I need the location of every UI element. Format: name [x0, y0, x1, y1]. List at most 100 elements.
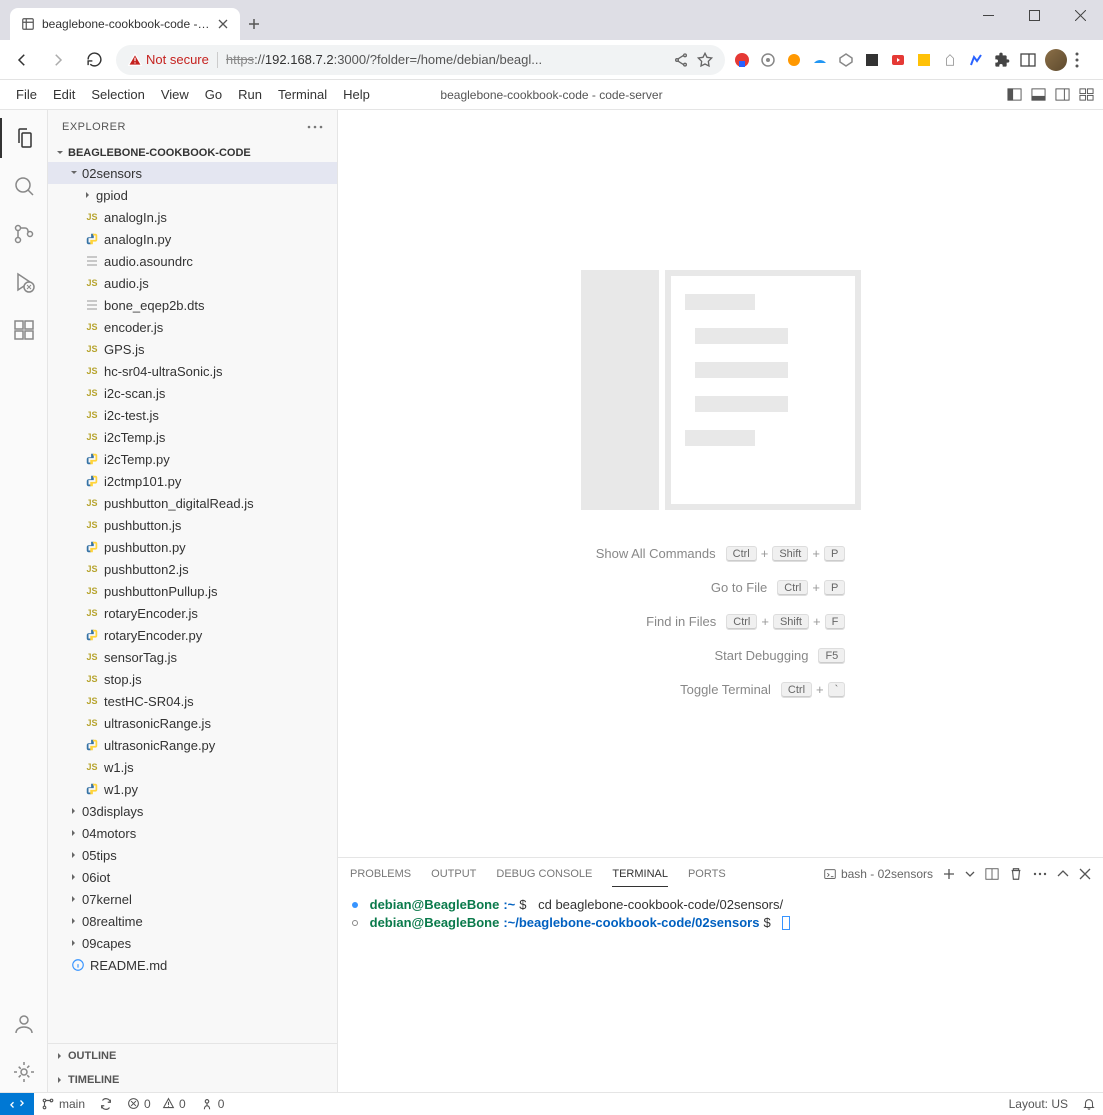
- layout-left-icon[interactable]: [1005, 86, 1023, 104]
- share-icon[interactable]: [673, 52, 689, 68]
- folder-08realtime[interactable]: 08realtime: [48, 910, 337, 932]
- file-testHC-SR04.js[interactable]: JStestHC-SR04.js: [48, 690, 337, 712]
- ext-icon[interactable]: [967, 51, 985, 69]
- ext-icon[interactable]: [889, 51, 907, 69]
- file-w1.js[interactable]: JSw1.js: [48, 756, 337, 778]
- more-icon[interactable]: [307, 125, 323, 129]
- git-branch[interactable]: main: [34, 1097, 92, 1111]
- file-analogIn.js[interactable]: JSanalogIn.js: [48, 206, 337, 228]
- close-icon[interactable]: [216, 17, 230, 31]
- ports-status[interactable]: 0: [193, 1097, 232, 1111]
- file-pushbutton2.js[interactable]: JSpushbutton2.js: [48, 558, 337, 580]
- file-readme[interactable]: README.md: [48, 954, 337, 976]
- outline-section[interactable]: OUTLINE: [48, 1044, 337, 1068]
- file-w1.py[interactable]: w1.py: [48, 778, 337, 800]
- remote-button[interactable]: [0, 1093, 34, 1115]
- layout-right-icon[interactable]: [1053, 86, 1071, 104]
- search-icon[interactable]: [0, 166, 48, 206]
- file-audio.asoundrc[interactable]: audio.asoundrc: [48, 250, 337, 272]
- minimize-button[interactable]: [965, 0, 1011, 30]
- file-i2ctmp101.py[interactable]: i2ctmp101.py: [48, 470, 337, 492]
- menu-run[interactable]: Run: [230, 83, 270, 106]
- menu-view[interactable]: View: [153, 83, 197, 106]
- panel-tab-debug-console[interactable]: DEBUG CONSOLE: [496, 862, 592, 887]
- menu-go[interactable]: Go: [197, 83, 230, 106]
- ext-icon[interactable]: [733, 51, 751, 69]
- run-debug-icon[interactable]: [0, 262, 48, 302]
- ext-icon[interactable]: [759, 51, 777, 69]
- file-i2c-test.js[interactable]: JSi2c-test.js: [48, 404, 337, 426]
- errors-warnings[interactable]: 0 0: [120, 1097, 193, 1111]
- file-pushbutton.js[interactable]: JSpushbutton.js: [48, 514, 337, 536]
- folder-05tips[interactable]: 05tips: [48, 844, 337, 866]
- panel-icon[interactable]: [1019, 51, 1037, 69]
- customize-layout-icon[interactable]: [1077, 86, 1095, 104]
- file-pushbutton_digitalRead.js[interactable]: JSpushbutton_digitalRead.js: [48, 492, 337, 514]
- panel-tab-ports[interactable]: PORTS: [688, 862, 726, 887]
- menu-file[interactable]: File: [8, 83, 45, 106]
- timeline-section[interactable]: TIMELINE: [48, 1068, 337, 1092]
- url-input[interactable]: Not secure https://192.168.7.2:3000/?fol…: [116, 45, 725, 75]
- file-pushbuttonPullup.js[interactable]: JSpushbuttonPullup.js: [48, 580, 337, 602]
- file-rotaryEncoder.js[interactable]: JSrotaryEncoder.js: [48, 602, 337, 624]
- file-i2c-scan.js[interactable]: JSi2c-scan.js: [48, 382, 337, 404]
- explorer-icon[interactable]: [0, 118, 48, 158]
- new-terminal-icon[interactable]: [943, 868, 955, 880]
- profile-avatar[interactable]: [1045, 49, 1067, 71]
- file-sensorTag.js[interactable]: JSsensorTag.js: [48, 646, 337, 668]
- file-ultrasonicRange.js[interactable]: JSultrasonicRange.js: [48, 712, 337, 734]
- menu-edit[interactable]: Edit: [45, 83, 83, 106]
- close-panel-icon[interactable]: [1079, 868, 1091, 880]
- forward-button[interactable]: [44, 46, 72, 74]
- terminal-shell-icon[interactable]: bash - 02sensors: [823, 867, 933, 881]
- folder-03displays[interactable]: 03displays: [48, 800, 337, 822]
- folder-06iot[interactable]: 06iot: [48, 866, 337, 888]
- file-hc-sr04-ultraSonic.js[interactable]: JShc-sr04-ultraSonic.js: [48, 360, 337, 382]
- folder-gpiod[interactable]: gpiod: [48, 184, 337, 206]
- ext-icon[interactable]: [863, 51, 881, 69]
- file-i2cTemp.py[interactable]: i2cTemp.py: [48, 448, 337, 470]
- layout-status[interactable]: Layout: US: [1002, 1097, 1075, 1111]
- maximize-panel-icon[interactable]: [1057, 870, 1069, 878]
- ext-icon[interactable]: [837, 51, 855, 69]
- new-tab-button[interactable]: [240, 10, 268, 38]
- account-icon[interactable]: [0, 1004, 48, 1044]
- maximize-button[interactable]: [1011, 0, 1057, 30]
- chrome-menu-icon[interactable]: [1075, 52, 1095, 68]
- ext-icon[interactable]: [915, 51, 933, 69]
- folder-09capes[interactable]: 09capes: [48, 932, 337, 954]
- bell-icon[interactable]: [1075, 1097, 1103, 1111]
- menu-terminal[interactable]: Terminal: [270, 83, 335, 106]
- file-audio.js[interactable]: JSaudio.js: [48, 272, 337, 294]
- panel-tab-output[interactable]: OUTPUT: [431, 862, 476, 887]
- more-icon[interactable]: [1033, 872, 1047, 876]
- panel-tab-problems[interactable]: PROBLEMS: [350, 862, 411, 887]
- ext-icon[interactable]: [941, 51, 959, 69]
- file-stop.js[interactable]: JSstop.js: [48, 668, 337, 690]
- terminal-output[interactable]: debian@BeagleBone:~$ cd beaglebone-cookb…: [338, 890, 1103, 1092]
- file-bone_eqep2b.dts[interactable]: bone_eqep2b.dts: [48, 294, 337, 316]
- split-terminal-icon[interactable]: [985, 867, 999, 881]
- folder-04motors[interactable]: 04motors: [48, 822, 337, 844]
- project-root[interactable]: BEAGLEBONE-COOKBOOK-CODE: [48, 144, 337, 162]
- close-window-button[interactable]: [1057, 0, 1103, 30]
- ext-icon[interactable]: [811, 51, 829, 69]
- file-encoder.js[interactable]: JSencoder.js: [48, 316, 337, 338]
- folder-07kernel[interactable]: 07kernel: [48, 888, 337, 910]
- file-analogIn.py[interactable]: analogIn.py: [48, 228, 337, 250]
- sync-icon[interactable]: [92, 1097, 120, 1111]
- file-rotaryEncoder.py[interactable]: rotaryEncoder.py: [48, 624, 337, 646]
- panel-tab-terminal[interactable]: TERMINAL: [612, 862, 668, 887]
- browser-tab[interactable]: beaglebone-cookbook-code - co: [10, 8, 240, 40]
- trash-icon[interactable]: [1009, 867, 1023, 881]
- source-control-icon[interactable]: [0, 214, 48, 254]
- back-button[interactable]: [8, 46, 36, 74]
- extensions-button[interactable]: [993, 51, 1011, 69]
- ext-icon[interactable]: [785, 51, 803, 69]
- menu-selection[interactable]: Selection: [83, 83, 152, 106]
- file-pushbutton.py[interactable]: pushbutton.py: [48, 536, 337, 558]
- bookmark-icon[interactable]: [697, 52, 713, 68]
- layout-bottom-icon[interactable]: [1029, 86, 1047, 104]
- menu-help[interactable]: Help: [335, 83, 378, 106]
- reload-button[interactable]: [80, 46, 108, 74]
